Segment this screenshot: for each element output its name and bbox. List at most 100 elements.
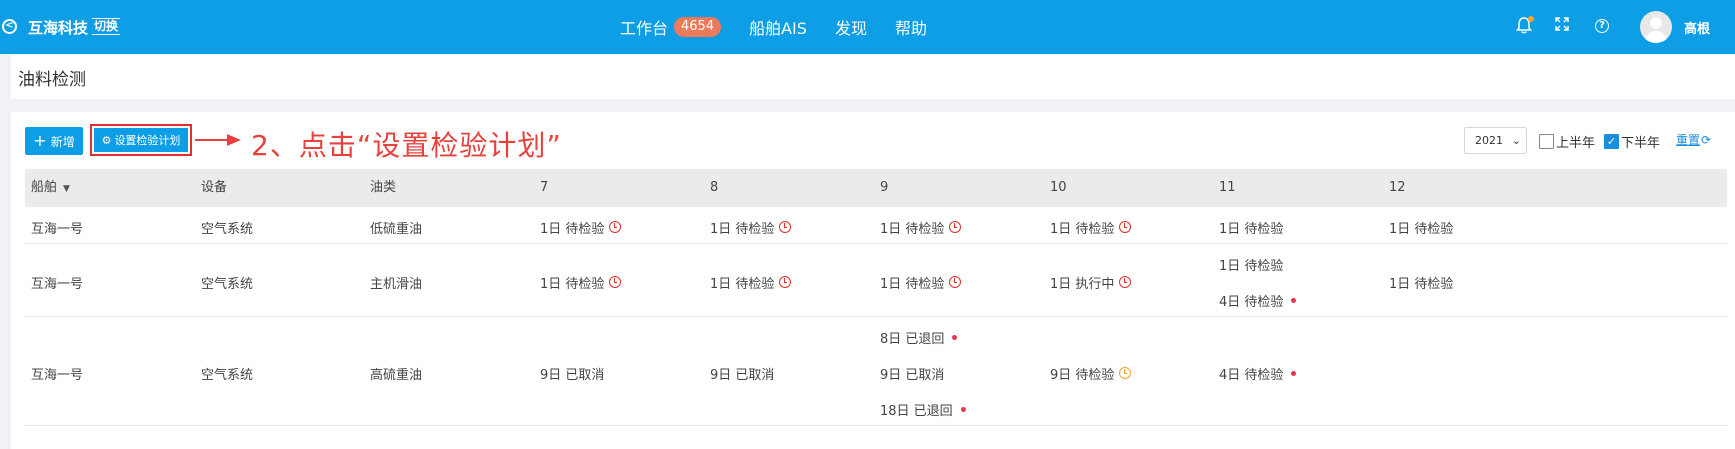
add-button[interactable]: + 新增 bbox=[25, 127, 83, 155]
inspection-entry[interactable]: 1日 待检验 bbox=[1050, 218, 1132, 237]
inspection-entry[interactable]: 1日 待检验 bbox=[710, 218, 792, 237]
top-navigation-bar: < 互海科技 切换 工作台 4654 船舶AIS 发现 帮助 ? 高根 bbox=[0, 0, 1735, 54]
status-dot-icon bbox=[960, 406, 966, 412]
inspection-entry-text: 4日 待检验 bbox=[1219, 294, 1284, 310]
set-inspection-plan-label: 设置检验计划 bbox=[114, 134, 181, 147]
year-select-value: 2021 bbox=[1475, 134, 1503, 147]
column-header-equipment: 设备 bbox=[201, 180, 228, 195]
table-row: 互海一号 空气系统 低硫重油 1日 待检验 1日 待检验 1日 待检验 1日 待检验 1日 待… bbox=[25, 207, 1727, 244]
inspection-entry[interactable]: 1日 待检验 bbox=[880, 273, 962, 292]
inspection-entry-text: 1日 待检验 bbox=[540, 221, 605, 237]
inspection-entry-text: 8日 已退回 bbox=[880, 331, 945, 347]
inspection-entry-text: 1日 待检验 bbox=[1389, 221, 1454, 237]
page-header: 油料检测 bbox=[11, 54, 1735, 99]
help-icon[interactable]: ? bbox=[1595, 19, 1609, 33]
avatar[interactable] bbox=[1640, 11, 1672, 43]
inspection-entry[interactable]: 18日 已退回 bbox=[880, 400, 966, 419]
inspection-entry[interactable]: 1日 执行中 bbox=[1050, 273, 1132, 292]
inspection-entry-text: 1日 待检验 bbox=[540, 276, 605, 292]
add-button-label: 新增 bbox=[50, 134, 75, 149]
cell-oil: 高硫重油 bbox=[370, 367, 423, 383]
page-title: 油料检测 bbox=[18, 70, 86, 90]
inspection-entry[interactable]: 1日 待检验 bbox=[540, 273, 622, 292]
plus-icon: + bbox=[33, 131, 47, 150]
inspection-entry-text: 1日 待检验 bbox=[1389, 276, 1454, 292]
column-header-month: 8 bbox=[710, 180, 719, 195]
inspection-entry[interactable]: 1日 待检验 bbox=[540, 218, 622, 237]
cell-ship: 互海一号 bbox=[31, 276, 84, 292]
inspection-entry-text: 9日 已取消 bbox=[540, 367, 605, 383]
column-header-ship-label: 船舶 bbox=[31, 180, 58, 195]
refresh-icon: ⟳ bbox=[1701, 133, 1712, 147]
inspection-entry-text: 18日 已退回 bbox=[880, 403, 953, 419]
inspection-entry[interactable]: 9日 已取消 bbox=[880, 364, 944, 383]
clock-icon bbox=[949, 221, 962, 233]
cell-ship: 互海一号 bbox=[31, 221, 84, 237]
switch-company-link[interactable]: 切换 bbox=[92, 18, 121, 35]
inspection-entry[interactable]: 4日 待检验 bbox=[1219, 364, 1297, 383]
column-header-month: 12 bbox=[1389, 180, 1406, 195]
inspection-entry[interactable]: 9日 已取消 bbox=[540, 364, 604, 383]
inspection-entry[interactable]: 4日 待检验 bbox=[1219, 291, 1297, 310]
inspection-entry[interactable]: 1日 待检验 bbox=[1219, 218, 1283, 237]
table-header: 船舶 ▼ 设备 油类 7 8 9 10 11 12 bbox=[25, 169, 1727, 207]
inspection-entry[interactable]: 1日 待检验 bbox=[880, 218, 962, 237]
inspection-entry[interactable]: 1日 待检验 bbox=[1389, 273, 1453, 292]
nav-item-ship-ais[interactable]: 船舶AIS bbox=[749, 15, 807, 39]
nav-item-label: 船舶AIS bbox=[749, 19, 807, 38]
inspection-entry-text: 9日 已取消 bbox=[880, 367, 945, 383]
cell-oil: 主机滑油 bbox=[370, 276, 423, 292]
fullscreen-icon-graphic bbox=[1555, 17, 1569, 31]
cell-oil: 低硫重油 bbox=[370, 221, 423, 237]
year-select[interactable]: 2021 ⌄ bbox=[1464, 127, 1527, 154]
column-header-oil: 油类 bbox=[370, 180, 397, 195]
clock-icon bbox=[609, 276, 622, 288]
sort-down-icon[interactable]: ▼ bbox=[63, 184, 70, 194]
inspection-entry[interactable]: 9日 已取消 bbox=[710, 364, 774, 383]
unread-dot bbox=[1528, 16, 1534, 22]
column-header-month: 9 bbox=[880, 180, 889, 195]
inspection-entry[interactable]: 1日 待检验 bbox=[710, 273, 792, 292]
main-nav: 工作台 4654 船舶AIS 发现 帮助 bbox=[620, 0, 955, 54]
inspection-entry[interactable]: 9日 待检验 bbox=[1050, 364, 1132, 383]
first-half-checkbox[interactable]: 上半年 bbox=[1539, 132, 1595, 151]
inspection-entry-text: 4日 待检验 bbox=[1219, 367, 1284, 383]
nav-item-workbench[interactable]: 工作台 4654 bbox=[620, 15, 722, 39]
user-name[interactable]: 高根 bbox=[1684, 18, 1710, 37]
table-row: 互海一号 空气系统 主机滑油 1日 待检验 1日 待检验 1日 待检验 1日 执行中 1日 待… bbox=[25, 244, 1727, 317]
column-header-month: 7 bbox=[540, 180, 549, 195]
clock-icon bbox=[1119, 221, 1132, 233]
first-half-label: 上半年 bbox=[1556, 136, 1596, 151]
inspection-entry-text: 9日 待检验 bbox=[1050, 367, 1115, 383]
nav-item-help[interactable]: 帮助 bbox=[895, 15, 927, 39]
inspection-entry-text: 1日 待检验 bbox=[710, 276, 775, 292]
clock-icon bbox=[779, 221, 792, 233]
nav-item-discover[interactable]: 发现 bbox=[835, 15, 867, 39]
inspection-entry-text: 1日 待检验 bbox=[880, 276, 945, 292]
cell-ship: 互海一号 bbox=[31, 367, 84, 383]
fullscreen-icon[interactable] bbox=[1553, 17, 1571, 35]
reset-link[interactable]: 重置⟳ bbox=[1676, 131, 1711, 148]
status-dot-icon bbox=[952, 334, 958, 340]
nav-item-label: 工作台 bbox=[620, 19, 669, 38]
inspection-entry[interactable]: 1日 待检验 bbox=[1219, 255, 1283, 274]
chevron-down-icon: ⌄ bbox=[1511, 134, 1521, 147]
cell-equipment: 空气系统 bbox=[201, 221, 254, 237]
column-header-ship[interactable]: 船舶 ▼ bbox=[31, 169, 70, 208]
inspection-entry[interactable]: 8日 已退回 bbox=[880, 328, 958, 347]
inspection-entry-text: 1日 待检验 bbox=[1219, 221, 1284, 237]
inspection-entry[interactable]: 1日 待检验 bbox=[1389, 218, 1453, 237]
set-inspection-plan-button-body: ⚙ 设置检验计划 bbox=[94, 128, 188, 152]
checkbox-box: ✓ bbox=[1604, 134, 1619, 149]
clock-icon bbox=[1119, 367, 1132, 379]
inspection-entry-text: 1日 待检验 bbox=[1050, 221, 1115, 237]
back-icon[interactable]: < bbox=[2, 19, 17, 34]
annotation-arrow-icon bbox=[195, 134, 241, 146]
set-inspection-plan-button[interactable]: ⚙ 设置检验计划 bbox=[90, 124, 192, 156]
content-panel: + 新增 ⚙ 设置检验计划 2、点击“设置检验计划” 2021 ⌄ 上半年 ✓ … bbox=[11, 112, 1735, 449]
second-half-checkbox[interactable]: ✓ 下半年 bbox=[1604, 132, 1660, 151]
bell-icon[interactable] bbox=[1515, 16, 1534, 35]
clock-icon bbox=[1119, 276, 1132, 288]
nav-item-label: 帮助 bbox=[894, 19, 927, 38]
inspection-entry-text: 1日 待检验 bbox=[1219, 258, 1284, 274]
